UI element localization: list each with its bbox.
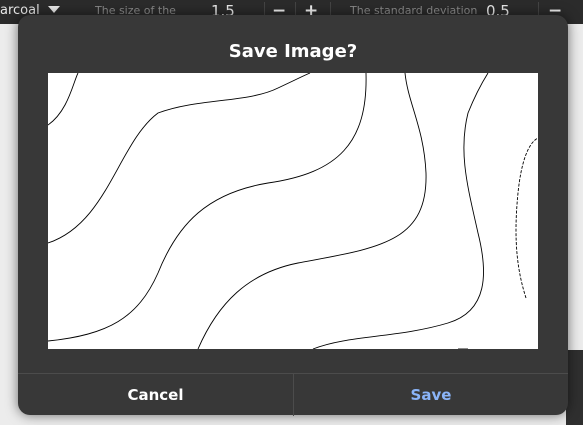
image-preview: [48, 73, 538, 349]
dialog-actions: Cancel Save: [18, 373, 568, 416]
save-image-dialog: Save Image? Cancel Save: [18, 15, 568, 416]
contour-lines-image: [48, 73, 538, 349]
cancel-button[interactable]: Cancel: [18, 374, 293, 416]
chevron-down-icon[interactable]: [48, 6, 60, 13]
save-button[interactable]: Save: [294, 374, 568, 416]
dialog-title: Save Image?: [228, 41, 358, 62]
background-panel: [566, 350, 583, 425]
